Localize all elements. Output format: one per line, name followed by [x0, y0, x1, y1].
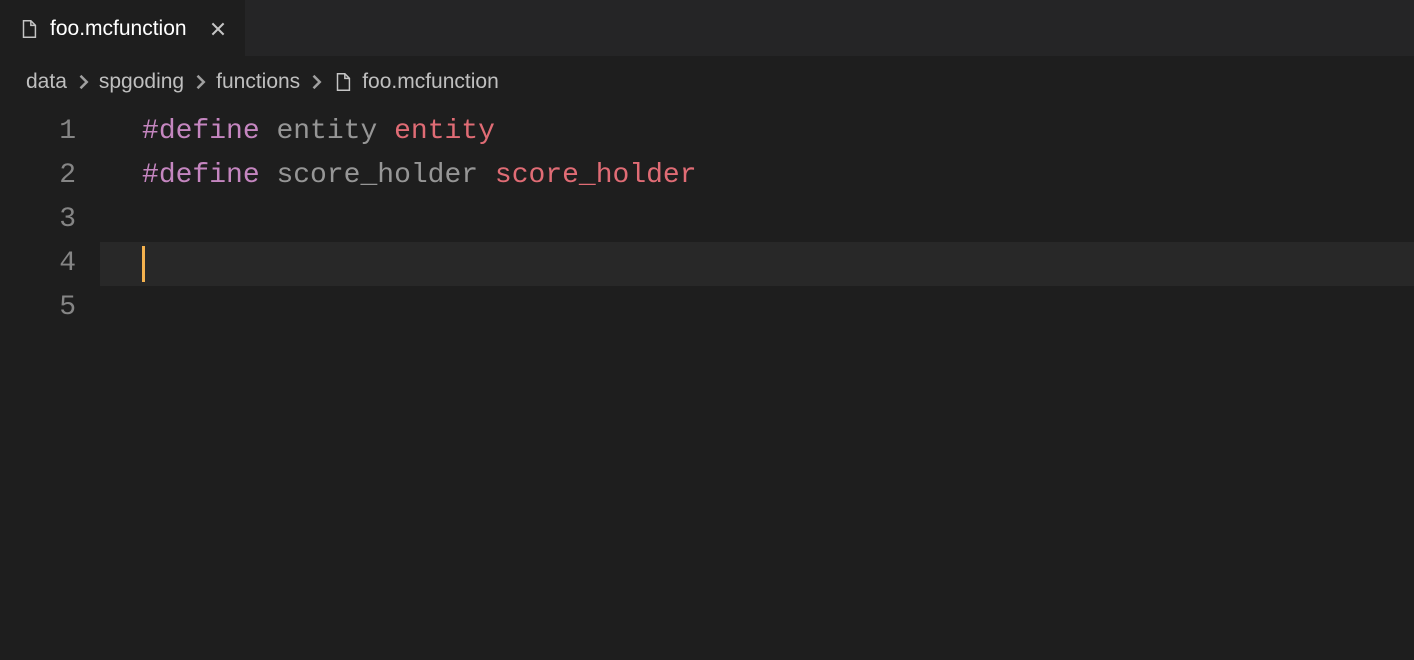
tab-label: foo.mcfunction	[50, 17, 187, 41]
code-line[interactable]: #define score_holder score_holder	[100, 154, 1414, 198]
breadcrumb-item-file[interactable]: foo.mcfunction	[362, 70, 499, 94]
token	[260, 116, 277, 147]
line-number: 1	[0, 110, 76, 154]
chevron-right-icon	[190, 72, 210, 92]
breadcrumb-item-functions[interactable]: functions	[216, 70, 300, 94]
token: define	[159, 116, 260, 147]
line-number: 3	[0, 198, 76, 242]
close-icon[interactable]	[205, 16, 231, 42]
breadcrumb-item-spgoding[interactable]: spgoding	[99, 70, 184, 94]
token: #	[142, 116, 159, 147]
token	[478, 160, 495, 191]
line-number: 5	[0, 286, 76, 330]
token: define	[159, 160, 260, 191]
code-line[interactable]	[100, 242, 1414, 286]
tab-foo-mcfunction[interactable]: foo.mcfunction	[0, 0, 245, 56]
editor-container: foo.mcfunction data spgoding functions	[0, 0, 1414, 660]
token: score_holder	[495, 160, 697, 191]
chevron-right-icon	[306, 72, 326, 92]
token: entity	[276, 116, 377, 147]
token: score_holder	[276, 160, 478, 191]
code-editor[interactable]: 12345 #define entity entity#define score…	[0, 108, 1414, 660]
token	[260, 160, 277, 191]
breadcrumb: data spgoding functions foo.mcfunction	[0, 56, 1414, 108]
token: #	[142, 160, 159, 191]
code-line[interactable]	[100, 286, 1414, 330]
file-icon	[332, 71, 354, 93]
line-number: 4	[0, 242, 76, 286]
code-line[interactable]: #define entity entity	[100, 110, 1414, 154]
line-number: 2	[0, 154, 76, 198]
text-cursor	[142, 246, 145, 282]
chevron-right-icon	[73, 72, 93, 92]
token	[377, 116, 394, 147]
code-content[interactable]: #define entity entity#define score_holde…	[100, 108, 1414, 660]
token: entity	[394, 116, 495, 147]
code-line[interactable]	[100, 198, 1414, 242]
breadcrumb-item-data[interactable]: data	[26, 70, 67, 94]
file-icon	[18, 18, 40, 40]
tab-bar: foo.mcfunction	[0, 0, 1414, 56]
line-gutter: 12345	[0, 108, 100, 660]
